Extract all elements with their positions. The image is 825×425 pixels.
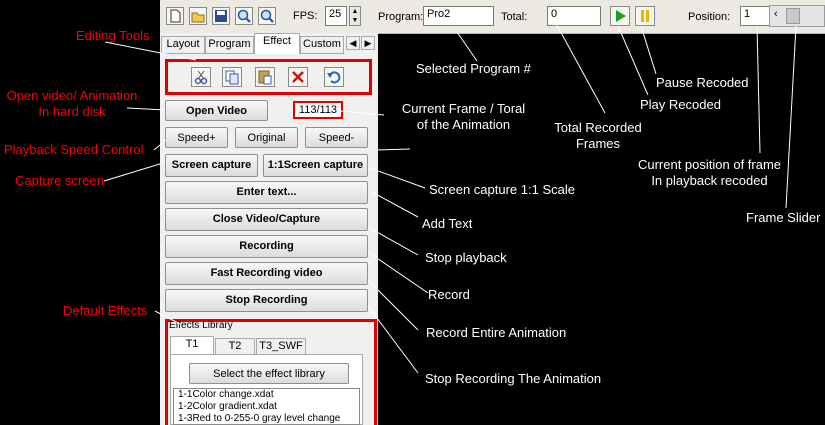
annotation-open-video-line2: In hard disk [38, 104, 106, 119]
annotation-editing-tools: Editing Tools [76, 28, 150, 43]
annotation-total-recorded-line2: Frames [575, 136, 621, 151]
annotation-open-video-line1: Open video/ Animation [6, 88, 138, 103]
annotation-current-position-line1: Current position of frame [637, 157, 782, 172]
annotation-add-text: Add Text [422, 216, 473, 231]
annotation-frame-slider: Frame Slider [746, 210, 821, 225]
annotation-current-position: Current position of frame In playback re… [627, 157, 792, 189]
annotation-default-effects: Default Effects [63, 303, 148, 318]
annotation-record-entire: Record Entire Animation [426, 325, 567, 340]
callout-lines [103, 17, 797, 374]
annotation-total-recorded-line1: Total Recorded [554, 120, 642, 135]
annotation-pause-recoded: Pause Recoded [656, 75, 749, 90]
annotation-selected-program: Selected Program # [416, 61, 531, 76]
annotation-stop-recording-animation: Stop Recording The Animation [425, 371, 602, 386]
annotation-screen-capture-scale: Screen capture 1:1 Scale [429, 182, 575, 197]
annotation-current-frame-line2: of the Animation [416, 117, 511, 132]
annotation-current-position-line2: In playback recoded [651, 173, 768, 188]
annotation-current-frame: Current Frame / Toral of the Animation [396, 101, 531, 133]
annotation-record: Record [428, 287, 470, 302]
annotation-total-recorded: Total Recorded Frames [548, 120, 648, 152]
annotation-play-recoded: Play Recoded [640, 97, 721, 112]
annotation-open-video: Open video/ Animation In hard disk [2, 88, 142, 120]
annotation-stop-playback: Stop playback [425, 250, 507, 265]
annotation-playback-speed: Playback Speed Control [4, 142, 144, 157]
annotation-capture-screen: Capture screen [15, 173, 104, 188]
annotation-current-frame-line1: Current Frame / Toral [401, 101, 526, 116]
